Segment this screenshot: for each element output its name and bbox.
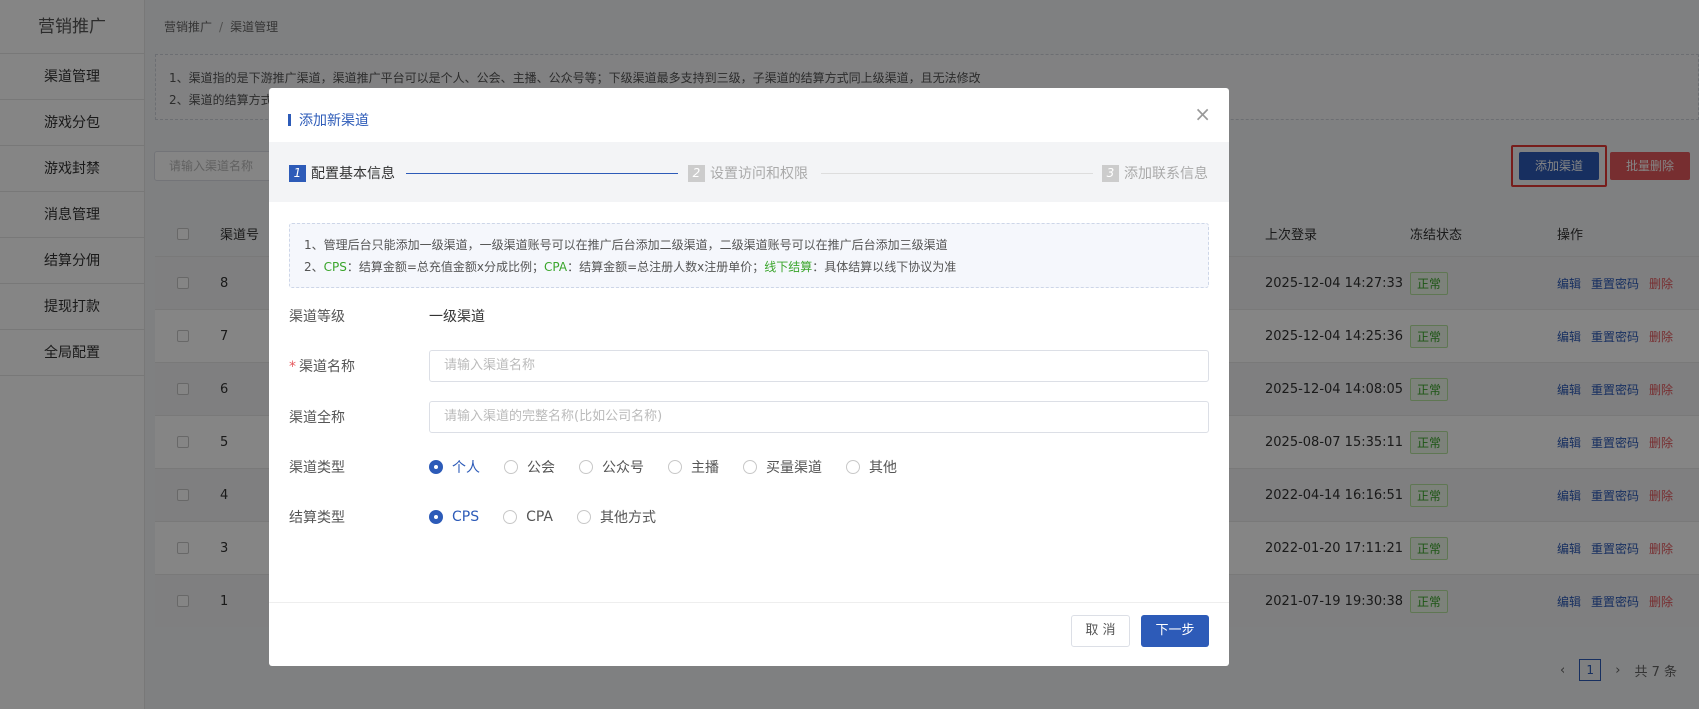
- name-label-text: 渠道名称: [299, 359, 355, 375]
- level-label: 渠道等级: [289, 309, 345, 325]
- step-3-label: 添加联系信息: [1124, 166, 1208, 182]
- tip-line-1: 1、管理后台只能添加一级渠道，一级渠道账号可以在推广后台添加二级渠道，二级渠道账…: [304, 238, 948, 252]
- tip-cpa-label: CPA: [544, 260, 568, 274]
- close-icon[interactable]: ×: [1194, 104, 1211, 124]
- required-mark: *: [289, 359, 296, 375]
- radio-dot: [579, 460, 593, 474]
- title-accent-bar: [288, 114, 291, 126]
- tip-offline-label: 线下结算: [764, 260, 813, 274]
- radio-dot: [846, 460, 860, 474]
- radio-dot: [743, 460, 757, 474]
- type-radio-other[interactable]: 其他: [846, 457, 897, 477]
- settle-radio-cpa[interactable]: CPA: [503, 509, 553, 525]
- channel-type-radio-group: 个人 公会 公众号 主播 买量渠道 其他: [429, 457, 897, 477]
- radio-dot: [577, 510, 592, 524]
- radio-dot: [504, 460, 518, 474]
- type-radio-guild[interactable]: 公会: [504, 457, 555, 477]
- radio-label: CPS: [452, 509, 480, 525]
- next-step-button[interactable]: 下一步: [1141, 615, 1209, 647]
- step-connector-2: [821, 173, 1093, 174]
- radio-dot: [668, 460, 682, 474]
- radio-label: 其他: [869, 460, 897, 476]
- settle-radio-other[interactable]: 其他方式: [577, 507, 656, 527]
- settle-radio-cps[interactable]: CPS: [429, 509, 479, 525]
- step-2-label: 设置访问和权限: [710, 166, 808, 182]
- fullname-label: 渠道全称: [289, 410, 345, 426]
- tip-cps-text: ：结算金额=总充值金额x分成比例；: [346, 260, 545, 274]
- tip-line-2: 2、CPS：结算金额=总充值金额x分成比例；CPA：结算金额=总注册人数x注册单…: [304, 256, 1194, 278]
- step-1-label: 配置基本信息: [311, 166, 395, 182]
- radio-dot: [429, 460, 443, 474]
- radio-label: 公会: [527, 460, 555, 476]
- step-connector-1: [406, 173, 678, 174]
- tip-prefix: 2、: [304, 260, 324, 274]
- tip-cps-label: CPS: [323, 260, 347, 274]
- settle-type-radio-group: CPS CPA 其他方式: [429, 507, 656, 527]
- type-radio-official-account[interactable]: 公众号: [579, 457, 644, 477]
- level-value: 一级渠道: [429, 309, 485, 325]
- modal-title: 添加新渠道: [288, 110, 369, 130]
- step-1: 1 配置基本信息: [289, 163, 395, 183]
- step-3: 3 添加联系信息: [1102, 163, 1208, 183]
- tip-box: 1、管理后台只能添加一级渠道，一级渠道账号可以在推广后台添加二级渠道，二级渠道账…: [289, 223, 1209, 288]
- radio-label: 其他方式: [600, 510, 657, 526]
- cancel-button[interactable]: 取 消: [1071, 615, 1130, 647]
- radio-dot: [429, 510, 443, 524]
- radio-label: 买量渠道: [766, 460, 822, 476]
- radio-dot: [503, 510, 518, 524]
- type-radio-paid-traffic[interactable]: 买量渠道: [743, 457, 822, 477]
- step-2: 2 设置访问和权限: [688, 163, 808, 183]
- add-channel-modal: 添加新渠道 × 1 配置基本信息 2 设置访问和权限 3 添加联系信息 1、管理…: [269, 88, 1229, 666]
- settle-label: 结算类型: [289, 510, 345, 526]
- radio-label: 个人: [452, 460, 480, 476]
- step-1-number: 1: [289, 164, 306, 182]
- radio-label: 公众号: [602, 460, 644, 476]
- step-3-number: 3: [1102, 164, 1119, 182]
- step-2-number: 2: [688, 164, 705, 182]
- channel-fullname-input[interactable]: 请输入渠道的完整名称(比如公司名称): [429, 401, 1209, 433]
- modal-footer: 取 消 下一步: [269, 602, 1229, 666]
- type-radio-personal[interactable]: 个人: [429, 457, 480, 477]
- channel-name-input[interactable]: 请输入渠道名称: [429, 350, 1209, 382]
- name-label: * 渠道名称: [289, 356, 355, 376]
- radio-label: 主播: [691, 460, 719, 476]
- tip-cpa-text: ：结算金额=总注册人数x注册单价；: [567, 260, 765, 274]
- steps-bar: 1 配置基本信息 2 设置访问和权限 3 添加联系信息: [269, 142, 1229, 202]
- modal-title-text: 添加新渠道: [299, 113, 369, 129]
- type-radio-streamer[interactable]: 主播: [668, 457, 719, 477]
- tip-offline-text: ：具体结算以线下协议为准: [812, 260, 957, 274]
- radio-label: CPA: [526, 509, 554, 525]
- type-label: 渠道类型: [289, 460, 345, 476]
